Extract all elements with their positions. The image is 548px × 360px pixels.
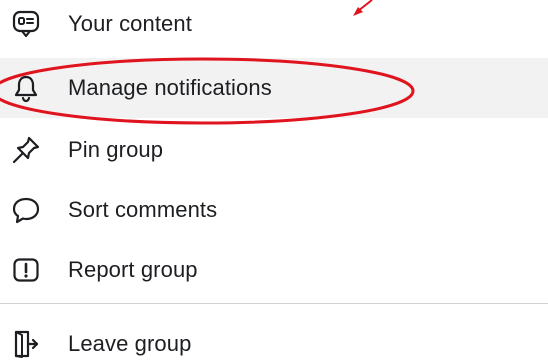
chat-bubble-text-icon [10, 8, 42, 40]
menu-item-label: Pin group [68, 137, 164, 162]
menu-item-label: Manage notifications [68, 75, 272, 100]
group-options-menu: Your content Manage notifications Pin gr… [0, 0, 548, 360]
menu-item-label: Sort comments [68, 197, 218, 222]
menu-item-label: Your content [68, 11, 192, 36]
menu-item-label: Report group [68, 257, 198, 282]
comment-bubble-icon [10, 194, 42, 226]
pushpin-icon [10, 134, 42, 166]
bell-icon [10, 72, 42, 104]
exit-door-icon [10, 328, 42, 360]
menu-item-label: Leave group [68, 331, 192, 356]
menu-divider [0, 303, 548, 304]
report-exclamation-icon [10, 254, 42, 286]
menu-item-sort-comments[interactable]: Sort comments [0, 180, 548, 240]
menu-item-pin-group[interactable]: Pin group [0, 120, 548, 180]
menu-item-manage-notifications[interactable]: Manage notifications [0, 58, 548, 118]
menu-item-your-content[interactable]: Your content [0, 0, 548, 54]
menu-item-leave-group[interactable]: Leave group [0, 314, 548, 360]
menu-item-report-group[interactable]: Report group [0, 240, 548, 300]
